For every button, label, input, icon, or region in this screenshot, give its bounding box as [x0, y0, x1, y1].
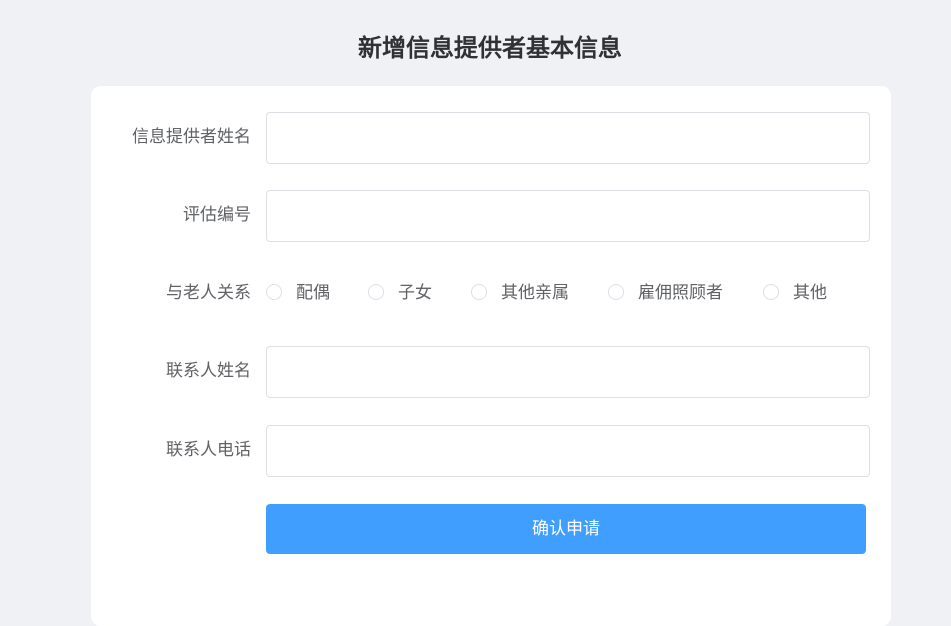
relationship-label: 与老人关系 [166, 283, 251, 303]
form-row-relationship: 与老人关系 配偶 子女 其他亲属 雇佣照顾者 其他 [91, 268, 891, 318]
contact-name-label: 联系人姓名 [166, 361, 251, 381]
radio-option-label: 其他 [793, 283, 827, 303]
radio-circle-icon[interactable] [608, 284, 624, 300]
contact-name-input[interactable] [266, 346, 870, 398]
assessment-no-label: 评估编号 [183, 205, 251, 225]
radio-option-label: 子女 [398, 283, 432, 303]
provider-name-label: 信息提供者姓名 [132, 127, 251, 147]
radio-option-label: 其他亲属 [501, 283, 569, 303]
contact-phone-label: 联系人电话 [166, 440, 251, 460]
form-row-contact-name: 联系人姓名 [91, 346, 891, 398]
radio-circle-icon[interactable] [266, 284, 282, 300]
confirm-apply-button[interactable]: 确认申请 [266, 504, 866, 554]
page-title: 新增信息提供者基本信息 [358, 34, 622, 62]
radio-option-label: 配偶 [296, 283, 330, 303]
form-row-submit: 确认申请 [91, 504, 891, 554]
contact-phone-input[interactable] [266, 425, 870, 477]
radio-circle-icon[interactable] [763, 284, 779, 300]
radio-circle-icon[interactable] [368, 284, 384, 300]
assessment-no-input[interactable] [266, 190, 870, 242]
radio-option-label: 雇佣照顾者 [638, 283, 723, 303]
form-row-assessment-no: 评估编号 [91, 190, 891, 242]
form-row-contact-phone: 联系人电话 [91, 425, 891, 477]
radio-circle-icon[interactable] [471, 284, 487, 300]
form-card: 信息提供者姓名 评估编号 与老人关系 配偶 子女 其他亲属 雇佣照顾者 其他 联… [91, 86, 891, 626]
form-row-provider-name: 信息提供者姓名 [91, 112, 891, 164]
provider-name-input[interactable] [266, 112, 870, 164]
